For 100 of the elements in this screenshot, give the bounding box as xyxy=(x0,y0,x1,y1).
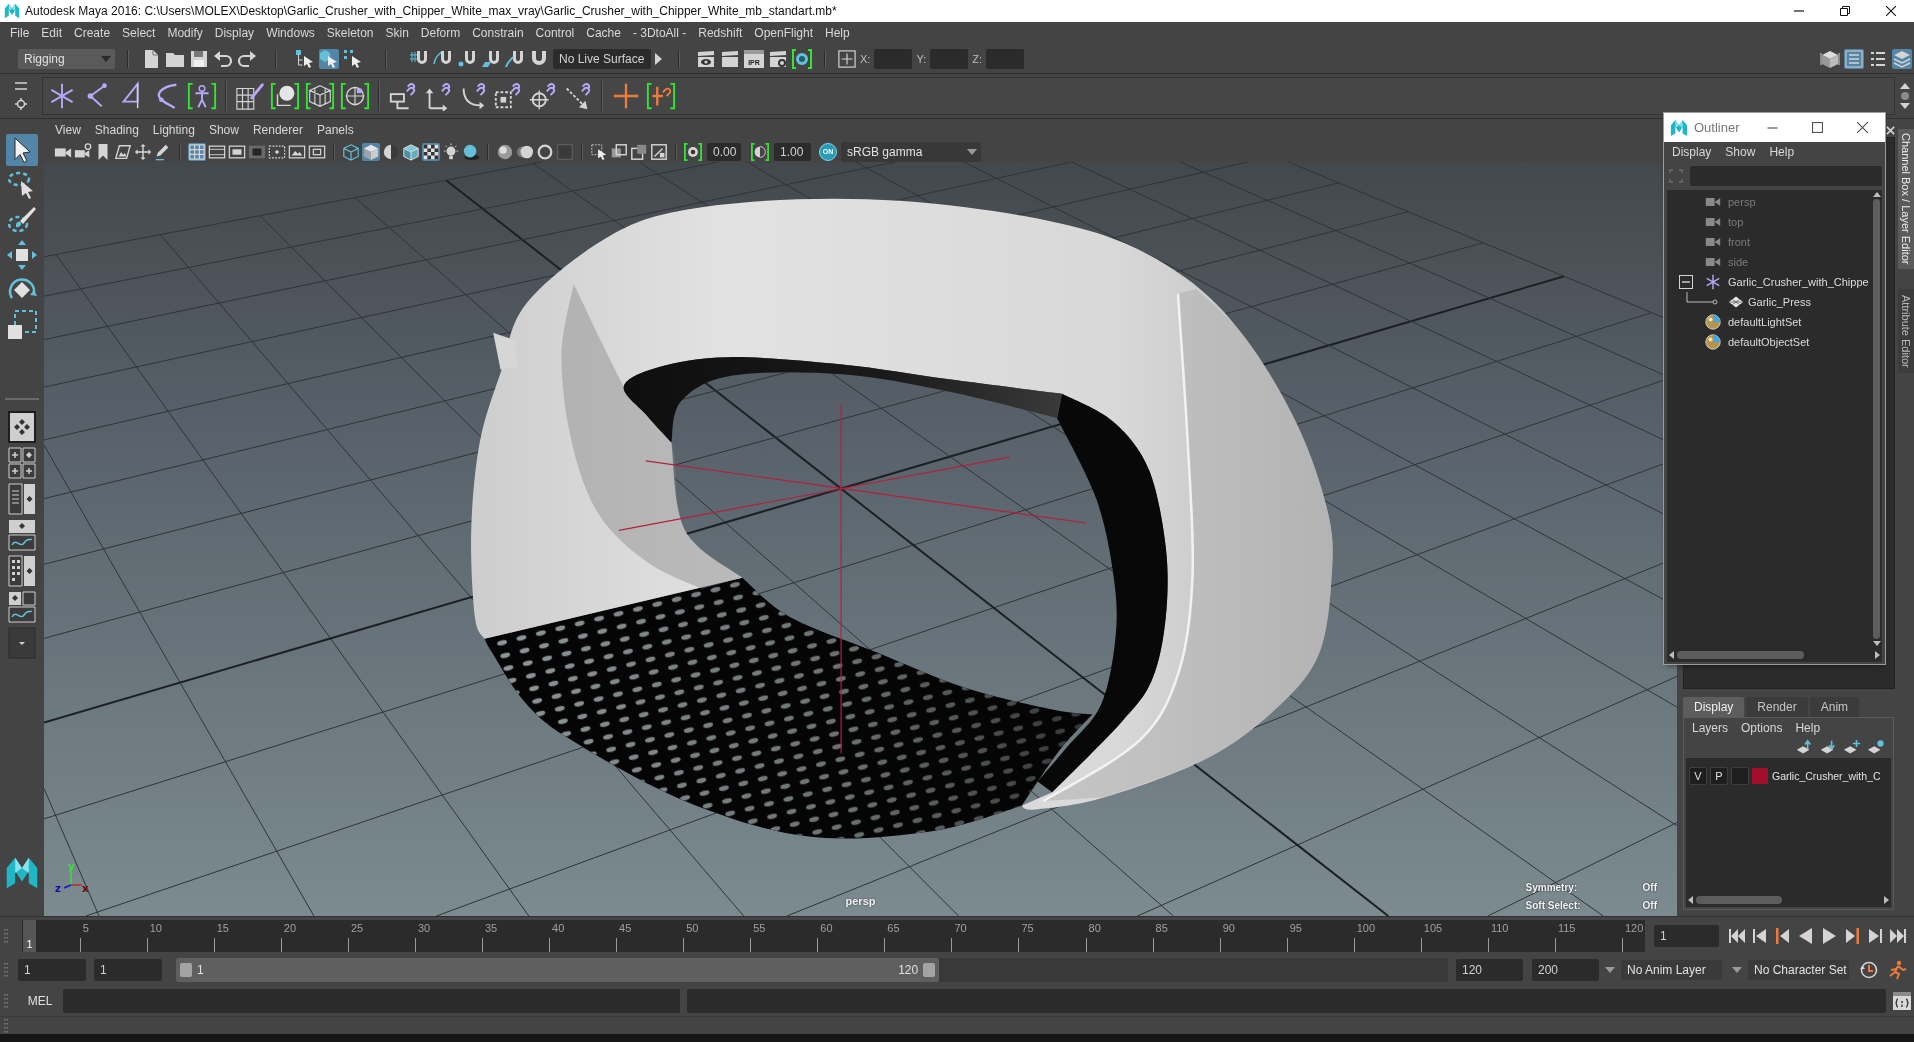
outliner-item[interactable]: defaultLightSet xyxy=(1728,316,1802,328)
light-bulb-icon[interactable] xyxy=(442,142,460,161)
visibility-toggle[interactable]: V xyxy=(1689,767,1707,785)
clapperboard-eye-icon[interactable] xyxy=(696,48,716,69)
list-panel-icon[interactable] xyxy=(1844,48,1864,69)
linked-dotted-box-icon[interactable] xyxy=(493,81,523,111)
time-ruler[interactable]: 5 10 15 20 25 30 35 40 45 50 55 60 65 70 75 80 85 90 95 100 105 110 115 120 1 xyxy=(22,919,1645,952)
color-space-dropdown[interactable]: sRGB gamma xyxy=(841,141,981,162)
magnet-plane-icon[interactable] xyxy=(481,48,501,69)
start-frame-field[interactable]: 1 xyxy=(18,959,86,981)
bracketed-cross-icon[interactable] xyxy=(646,81,676,111)
menu-item[interactable]: Display xyxy=(214,26,255,40)
caret-down-icon[interactable] xyxy=(967,148,977,155)
cursor-square-icon[interactable] xyxy=(590,142,608,161)
layer-menu-item[interactable]: Options xyxy=(1741,721,1783,735)
bracketed-target-icon[interactable] xyxy=(340,81,370,111)
scale-icon[interactable] xyxy=(6,309,38,341)
move-icon[interactable] xyxy=(6,239,38,271)
panel-menu-item[interactable]: View xyxy=(55,123,81,137)
restore-icon[interactable] xyxy=(1840,6,1850,16)
joint-squares-icon[interactable] xyxy=(630,142,648,161)
two-pane-layout-icon[interactable] xyxy=(8,483,36,515)
menu-item[interactable]: Help xyxy=(825,26,850,40)
scrollbar-thumb[interactable] xyxy=(1873,199,1880,639)
layer-menu-item[interactable]: Layers xyxy=(1692,721,1729,735)
layer-editor-tab[interactable]: Anim xyxy=(1809,697,1860,717)
key-cycle-icon[interactable] xyxy=(1859,960,1879,980)
current-frame-field[interactable]: 1 xyxy=(1654,924,1719,947)
panel-menu-item[interactable]: Panels xyxy=(316,123,354,137)
menu-item[interactable]: Cache xyxy=(586,26,621,40)
range-handle[interactable] xyxy=(923,963,936,977)
menu-item[interactable]: Constrain xyxy=(472,26,524,40)
ring-icon[interactable] xyxy=(536,142,554,161)
menu-item[interactable]: OpenFlight xyxy=(754,26,813,40)
coordinate-field[interactable] xyxy=(986,48,1024,69)
menu-item[interactable]: Redshift xyxy=(698,26,743,40)
bracketed-sphere-icon[interactable] xyxy=(270,81,300,111)
collapse-icon[interactable] xyxy=(1679,275,1693,289)
playback-toggle[interactable]: P xyxy=(1710,767,1728,785)
layers-icon[interactable] xyxy=(1892,48,1912,69)
playback-end-field[interactable]: 120 xyxy=(1456,959,1523,981)
cross-icon[interactable] xyxy=(611,81,641,111)
caret-down-icon[interactable] xyxy=(1605,967,1615,973)
cursor-cube-icon[interactable] xyxy=(319,48,339,69)
range-slider-track[interactable]: 1 120 xyxy=(176,958,1448,982)
magnet-surface-icon[interactable] xyxy=(505,48,525,69)
cube-stack-icon[interactable] xyxy=(1820,48,1840,69)
bracketed-lens-icon[interactable] xyxy=(792,48,812,69)
settings-icon[interactable] xyxy=(15,98,27,110)
panel-menu-item[interactable]: Renderer xyxy=(252,123,303,137)
clapperboard-gear-icon[interactable] xyxy=(768,48,788,69)
menu-item[interactable]: Modify xyxy=(167,26,203,40)
side-tab[interactable]: Channel Box / Layer Editor xyxy=(1898,129,1914,269)
up-arrow-icon[interactable] xyxy=(1872,192,1881,197)
menu-item[interactable]: Create xyxy=(74,26,111,40)
menu-set-dropdown[interactable]: Rigging xyxy=(18,48,115,69)
panel-menu-item[interactable]: Show xyxy=(208,123,239,137)
character-set-dropdown[interactable]: No Character Set xyxy=(1748,960,1849,980)
language-button[interactable]: MEL xyxy=(26,994,54,1008)
menu-item[interactable]: Skin xyxy=(385,26,409,40)
cursor-icon[interactable] xyxy=(6,134,38,166)
grid-brush-icon[interactable] xyxy=(235,81,265,111)
left-arrow-icon[interactable] xyxy=(1688,896,1693,904)
range-slider-fill[interactable] xyxy=(176,958,940,982)
panel-menu-item[interactable]: Shading xyxy=(94,123,139,137)
exposure-field[interactable]: 0.00 xyxy=(707,142,741,161)
bracketed-half-circle-icon[interactable] xyxy=(751,142,769,161)
bracketed-lattice-icon[interactable] xyxy=(305,81,335,111)
anim-layer-dropdown[interactable]: No Anim Layer xyxy=(1621,960,1722,980)
linked-arrow-icon[interactable] xyxy=(563,81,593,111)
bracketed-figure-icon[interactable] xyxy=(187,81,217,111)
linked-box-icon[interactable] xyxy=(388,81,418,111)
coordinate-field[interactable] xyxy=(930,48,969,69)
save-icon[interactable] xyxy=(189,48,209,69)
wire-shaded-cube-icon[interactable] xyxy=(402,142,420,161)
right-arrow-icon[interactable] xyxy=(1875,651,1880,659)
bracketed-aperture-icon[interactable] xyxy=(684,142,702,161)
crosshair-box-icon[interactable] xyxy=(838,49,856,68)
menu-item[interactable]: File xyxy=(10,26,30,40)
menu-item[interactable]: Skeleton xyxy=(326,26,374,40)
grid-icon[interactable] xyxy=(188,142,206,161)
stacked-pane-layout-icon[interactable] xyxy=(8,519,36,551)
down-arrow-icon[interactable] xyxy=(1899,103,1910,109)
image-plane-icon[interactable] xyxy=(114,142,132,161)
wire-cube-icon[interactable] xyxy=(342,142,360,161)
scrollbar-thumb[interactable] xyxy=(1677,651,1804,659)
checker-icon[interactable] xyxy=(422,142,440,161)
outliner-item[interactable]: side xyxy=(1728,256,1749,268)
menu-item[interactable]: Control xyxy=(535,26,575,40)
half-sphere-icon[interactable] xyxy=(382,142,400,161)
component-square-icon[interactable] xyxy=(650,142,668,161)
cursor-tree-icon[interactable] xyxy=(295,48,315,69)
maximize-icon[interactable] xyxy=(1812,122,1823,133)
clapperboard-icon[interactable] xyxy=(720,48,740,69)
layer-editor-tab[interactable]: Display xyxy=(1683,697,1745,717)
linked-arrows-icon[interactable] xyxy=(423,81,453,111)
close-icon[interactable] xyxy=(1857,122,1868,133)
live-surface-button[interactable]: No Live Surface xyxy=(553,48,651,69)
sphere-icon[interactable] xyxy=(496,142,514,161)
current-frame-marker[interactable]: 1 xyxy=(23,919,36,952)
